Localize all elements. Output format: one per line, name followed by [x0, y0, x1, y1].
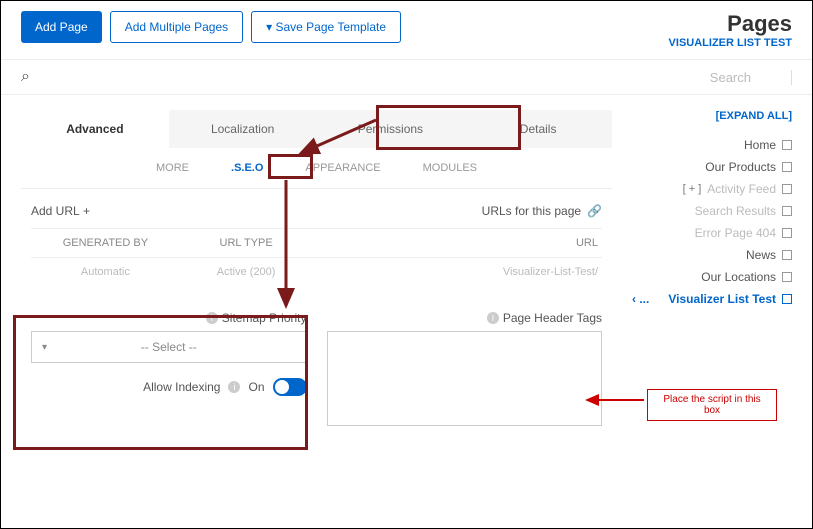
sidebar-item-news[interactable]: News [632, 244, 792, 266]
page-subtitle: VISUALIZER LIST TEST [669, 37, 792, 49]
sidebar-item-404-error-page[interactable]: 404 Error Page [632, 222, 792, 244]
subtab-more[interactable]: MORE [150, 158, 195, 178]
sidebar-item-activity-feed[interactable]: Activity Feed[ + ] [632, 178, 792, 200]
urls-title: URLs for this page [482, 204, 581, 218]
add-page-button[interactable]: Add Page [21, 11, 102, 43]
url-header-url: URL [317, 237, 599, 249]
highlight-header-tags-box [13, 315, 308, 450]
tab-advanced[interactable]: Advanced [21, 110, 169, 148]
add-url-button[interactable]: + Add URL [31, 204, 90, 218]
sidebar-item-home[interactable]: Home [632, 134, 792, 156]
chevron-icon: ... › [632, 292, 649, 306]
sidebar-item-our-locations[interactable]: Our Locations [632, 266, 792, 288]
tab-localization[interactable]: Localization [169, 110, 317, 148]
search-icon[interactable]: ⌕ [21, 68, 30, 86]
subtab-seo[interactable]: S.E.O. [225, 158, 269, 178]
sidebar-item-visualizer-list-test[interactable]: Visualizer List Test... › [632, 288, 792, 310]
page-title: Pages [669, 11, 792, 37]
add-multiple-pages-button[interactable]: Add Multiple Pages [110, 11, 243, 43]
url-cell-type: Active (200) [176, 266, 317, 278]
url-cell-gen: Automatic [35, 266, 176, 278]
subtab-modules[interactable]: MODULES [417, 158, 483, 178]
highlight-seo-subtab [268, 154, 313, 179]
url-header-type: URL TYPE [176, 237, 317, 249]
expand-all-link[interactable]: [EXPAND ALL] [632, 110, 792, 122]
search-input[interactable]: Search [690, 70, 792, 85]
url-cell-url: /Visualizer-List-Test [317, 266, 599, 278]
annotation-box: Place the script in this box [647, 389, 777, 421]
link-icon: 🔗 [587, 204, 602, 218]
url-header-gen: GENERATED BY [35, 237, 176, 249]
sidebar-item-search-results[interactable]: Search Results [632, 200, 792, 222]
info-icon[interactable]: i [487, 312, 499, 324]
page-header-tags-input[interactable] [327, 331, 603, 426]
sidebar-item-our-products[interactable]: Our Products [632, 156, 792, 178]
save-page-template-button[interactable]: Save Page Template ▾ [251, 11, 401, 43]
page-header-tags-label: Page Header Tags [503, 311, 602, 325]
highlight-advanced-tab [376, 105, 521, 150]
